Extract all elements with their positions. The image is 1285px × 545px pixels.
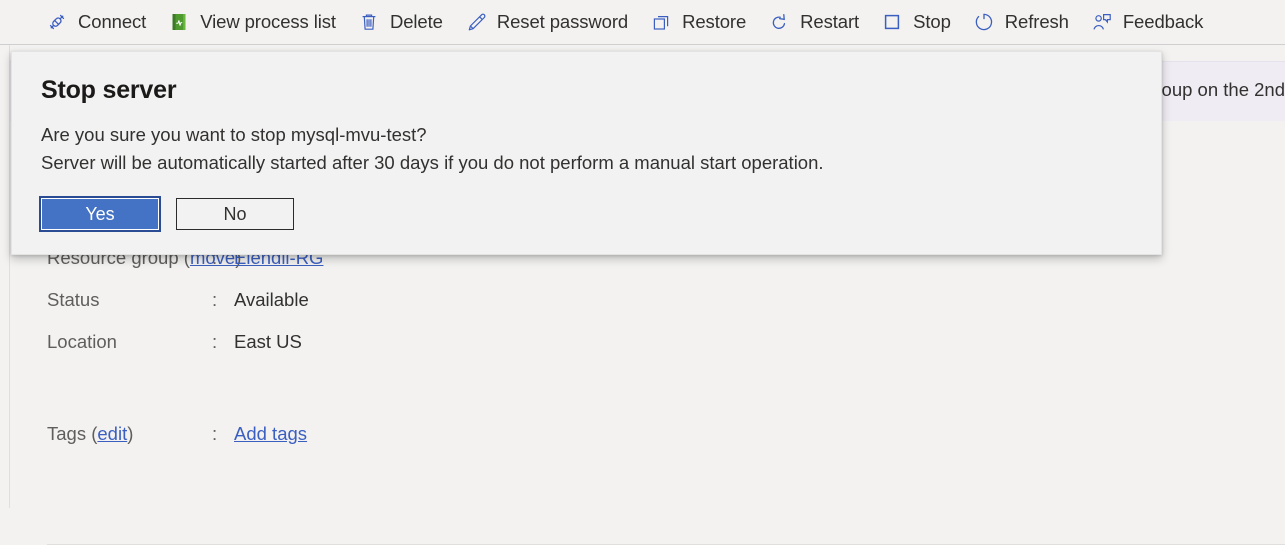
command-feedback[interactable]: Feedback — [1091, 0, 1213, 44]
command-stop-label: Stop — [913, 10, 951, 32]
command-connect[interactable]: Connect — [46, 0, 156, 44]
stop-server-dialog: Stop server Are you sure you want to sto… — [11, 51, 1162, 255]
pencil-icon — [465, 11, 487, 33]
trash-icon — [358, 11, 380, 33]
command-feedback-label: Feedback — [1122, 10, 1204, 32]
command-view-process-list-label: View process list — [200, 10, 336, 32]
dialog-actions: Yes No — [39, 196, 294, 232]
confirm-yes-button[interactable]: Yes — [39, 196, 161, 232]
command-restore-label: Restore — [682, 10, 747, 32]
property-key-location: Location — [47, 331, 117, 352]
property-value-location: East US — [234, 331, 302, 352]
process-list-book-icon — [168, 11, 190, 33]
property-row-tags: Tags (edit) : Add tags — [0, 423, 1285, 465]
command-reset-password[interactable]: Reset password — [465, 0, 638, 44]
restart-arrow-icon — [768, 11, 790, 33]
cancel-no-button[interactable]: No — [176, 198, 294, 230]
property-row-location: Location : East US — [0, 331, 1285, 373]
edit-tags-link[interactable]: edit — [97, 423, 127, 444]
property-key-status: Status — [47, 289, 100, 310]
command-reset-password-label: Reset password — [496, 10, 629, 32]
add-tags-link[interactable]: Add tags — [234, 423, 307, 445]
connect-plug-icon — [46, 11, 68, 33]
dialog-title: Stop server — [41, 76, 177, 104]
feedback-person-icon — [1091, 11, 1113, 33]
property-colon: : — [212, 289, 218, 310]
command-connect-label: Connect — [78, 10, 147, 32]
command-delete-label: Delete — [389, 10, 443, 32]
restore-windows-icon — [650, 11, 672, 33]
command-restart[interactable]: Restart — [768, 0, 869, 44]
command-restore[interactable]: Restore — [650, 0, 756, 44]
dialog-message-line-1: Are you sure you want to stop mysql-mvu-… — [41, 124, 427, 145]
command-bar: Connect View process list Delete Reset p… — [0, 0, 1285, 45]
property-colon: : — [212, 331, 218, 352]
property-value-status: Available — [234, 289, 309, 310]
command-delete[interactable]: Delete — [358, 0, 453, 44]
command-refresh-label: Refresh — [1004, 10, 1069, 32]
property-colon: : — [212, 423, 218, 444]
property-key-tags-suffix: ) — [127, 423, 134, 444]
dialog-message-line-2: Server will be automatically started aft… — [41, 152, 824, 173]
command-stop[interactable]: Stop — [881, 0, 961, 44]
refresh-circle-icon — [973, 11, 995, 33]
command-restart-label: Restart — [800, 10, 860, 32]
info-banner-text: oup on the 2nd — [1161, 79, 1285, 100]
command-refresh[interactable]: Refresh — [973, 0, 1079, 44]
property-key-tags: Tags (edit) — [0, 423, 212, 445]
dialog-body: Are you sure you want to stop mysql-mvu-… — [41, 121, 824, 177]
command-view-process-list[interactable]: View process list — [168, 0, 346, 44]
property-key-tags-prefix: Tags ( — [47, 423, 98, 444]
stop-square-icon — [881, 11, 903, 33]
property-row-status: Status : Available — [0, 289, 1285, 331]
